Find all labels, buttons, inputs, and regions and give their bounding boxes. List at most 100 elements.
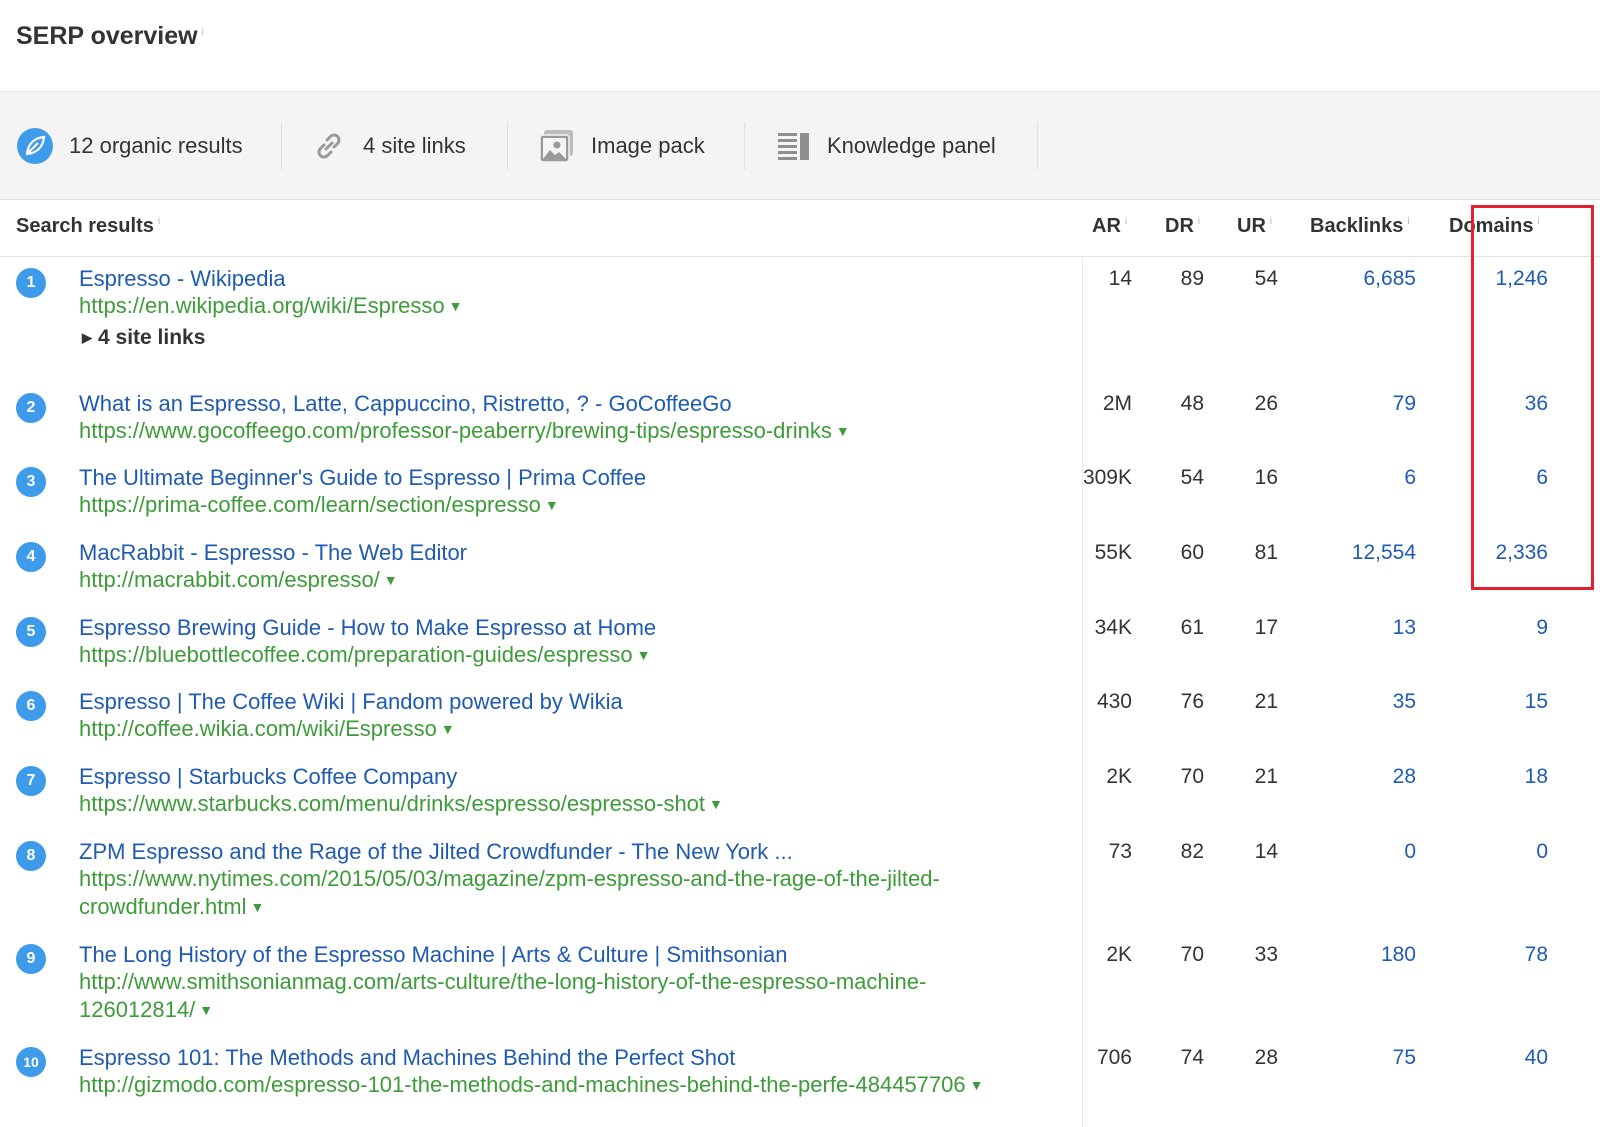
result-title-link[interactable]: Espresso Brewing Guide - How to Make Esp… xyxy=(79,615,656,641)
cell-ur: 33 xyxy=(1254,943,1278,966)
dropdown-caret-icon[interactable]: ▼ xyxy=(251,893,265,921)
feature-organic-results[interactable]: 12 organic results xyxy=(15,123,243,169)
page-title-text: SERP overview xyxy=(16,22,198,50)
cell-backlinks[interactable]: 35 xyxy=(1393,690,1416,714)
divider xyxy=(507,122,508,170)
result-url: https://bluebottlecoffee.com/preparation… xyxy=(79,641,650,669)
domains-highlight-box xyxy=(1471,205,1594,590)
cell-ar: 2K xyxy=(1106,765,1132,788)
serp-features-bar: 12 organic results 4 site links Image pa… xyxy=(0,92,1600,200)
result-url-text: http://macrabbit.com/espresso/ xyxy=(79,567,380,592)
cell-ur: 21 xyxy=(1254,765,1278,788)
expand-triangle-icon: ▶ xyxy=(82,330,92,345)
dropdown-caret-icon[interactable]: ▼ xyxy=(199,996,213,1024)
dropdown-caret-icon[interactable]: ▼ xyxy=(545,491,559,519)
cell-backlinks[interactable]: 0 xyxy=(1404,840,1416,864)
feature-knowledge-panel[interactable]: Knowledge panel xyxy=(773,123,996,169)
result-title-link[interactable]: MacRabbit - Espresso - The Web Editor xyxy=(79,540,467,566)
result-url-text: https://www.nytimes.com/2015/05/03/magaz… xyxy=(79,866,940,891)
dropdown-caret-icon[interactable]: ▼ xyxy=(836,417,850,445)
sitelinks-toggle[interactable]: ▶ 4 site links xyxy=(82,326,205,350)
result-url: http://www.smithsonianmag.com/arts-cultu… xyxy=(79,968,926,1024)
result-url: https://www.nytimes.com/2015/05/03/magaz… xyxy=(79,865,940,921)
info-icon[interactable]: i xyxy=(158,216,160,227)
divider xyxy=(281,122,282,170)
column-header-search-results[interactable]: Search results i xyxy=(16,215,160,238)
leaf-icon xyxy=(15,126,55,166)
result-title-link[interactable]: Espresso 101: The Methods and Machines B… xyxy=(79,1045,735,1071)
result-url: http://coffee.wikia.com/wiki/Espresso ▼ xyxy=(79,715,455,743)
result-url-text: http://coffee.wikia.com/wiki/Espresso xyxy=(79,716,437,741)
column-header-ur[interactable]: UR i xyxy=(1237,215,1272,238)
dropdown-caret-icon[interactable]: ▼ xyxy=(970,1071,984,1099)
result-title-link[interactable]: ZPM Espresso and the Rage of the Jilted … xyxy=(79,839,793,865)
cell-backlinks[interactable]: 6,685 xyxy=(1363,267,1416,291)
result-title-link[interactable]: What is an Espresso, Latte, Cappuccino, … xyxy=(79,391,732,417)
cell-ar: 14 xyxy=(1108,267,1132,290)
info-icon[interactable]: i xyxy=(1407,216,1409,227)
rank-badge: 4 xyxy=(16,542,46,572)
cell-domains[interactable]: 15 xyxy=(1525,690,1548,714)
results-table-header: Search results i AR i DR i UR i Backlinks i D… xyxy=(0,201,1600,257)
feature-label: Knowledge panel xyxy=(827,133,996,158)
rank-badge: 7 xyxy=(16,766,46,796)
column-header-backlinks[interactable]: Backlinks i xyxy=(1310,215,1410,238)
result-url-text: 126012814/ xyxy=(79,997,196,1022)
cell-backlinks[interactable]: 180 xyxy=(1381,943,1416,967)
cell-ur: 28 xyxy=(1254,1046,1278,1069)
result-url: http://macrabbit.com/espresso/▼ xyxy=(79,566,398,594)
feature-label: Image pack xyxy=(591,133,705,158)
cell-backlinks[interactable]: 75 xyxy=(1393,1046,1416,1070)
cell-domains[interactable]: 0 xyxy=(1536,840,1548,864)
cell-ur: 17 xyxy=(1254,616,1278,639)
feature-image-pack[interactable]: Image pack xyxy=(537,123,705,169)
result-title-link[interactable]: The Ultimate Beginner's Guide to Espress… xyxy=(79,465,646,491)
link-icon xyxy=(309,126,349,166)
result-url-text: http://www.smithsonianmag.com/arts-cultu… xyxy=(79,969,927,994)
cell-domains[interactable]: 9 xyxy=(1536,616,1548,640)
cell-backlinks[interactable]: 79 xyxy=(1393,392,1416,416)
result-url-text: https://en.wikipedia.org/wiki/Espresso xyxy=(79,293,445,318)
cell-dr: 89 xyxy=(1180,267,1204,290)
cell-dr: 61 xyxy=(1180,616,1204,639)
cell-dr: 74 xyxy=(1180,1046,1204,1069)
dropdown-caret-icon[interactable]: ▼ xyxy=(709,790,723,818)
cell-ur: 54 xyxy=(1254,267,1278,290)
feature-label: 12 organic results xyxy=(69,133,243,158)
cell-ar: 430 xyxy=(1096,690,1132,713)
cell-dr: 76 xyxy=(1180,690,1204,713)
dropdown-caret-icon[interactable]: ▼ xyxy=(449,292,463,320)
column-header-dr[interactable]: DR i xyxy=(1165,215,1200,238)
cell-domains[interactable]: 78 xyxy=(1525,943,1548,967)
cell-ar: 73 xyxy=(1108,840,1132,863)
result-title-link[interactable]: The Long History of the Espresso Machine… xyxy=(79,942,787,968)
cell-backlinks[interactable]: 12,554 xyxy=(1352,541,1416,565)
rank-badge: 10 xyxy=(16,1047,46,1077)
rank-badge: 8 xyxy=(16,841,46,871)
result-title-link[interactable]: Espresso - Wikipedia xyxy=(79,266,286,292)
cell-domains[interactable]: 18 xyxy=(1525,765,1548,789)
cell-domains[interactable]: 40 xyxy=(1525,1046,1548,1070)
info-icon[interactable]: i xyxy=(1125,216,1127,227)
cell-ur: 81 xyxy=(1254,541,1278,564)
column-header-ar[interactable]: AR i xyxy=(1092,215,1127,238)
cell-ar: 706 xyxy=(1096,1046,1132,1069)
info-icon[interactable]: i xyxy=(202,27,204,38)
feature-site-links[interactable]: 4 site links xyxy=(309,123,466,169)
result-title-link[interactable]: Espresso | The Coffee Wiki | Fandom powe… xyxy=(79,689,623,715)
dropdown-caret-icon[interactable]: ▼ xyxy=(384,566,398,594)
rank-badge: 3 xyxy=(16,467,46,497)
column-divider xyxy=(1082,257,1083,1127)
info-icon[interactable]: i xyxy=(1270,216,1272,227)
info-icon[interactable]: i xyxy=(1198,216,1200,227)
cell-backlinks[interactable]: 6 xyxy=(1404,466,1416,490)
result-title-link[interactable]: Espresso | Starbucks Coffee Company xyxy=(79,764,457,790)
dropdown-caret-icon[interactable]: ▼ xyxy=(637,641,651,669)
cell-ar: 34K xyxy=(1094,616,1132,639)
result-url-text: https://bluebottlecoffee.com/preparation… xyxy=(79,642,633,667)
cell-dr: 70 xyxy=(1180,943,1204,966)
cell-backlinks[interactable]: 28 xyxy=(1393,765,1416,789)
rank-badge: 5 xyxy=(16,617,46,647)
dropdown-caret-icon[interactable]: ▼ xyxy=(441,715,455,743)
cell-backlinks[interactable]: 13 xyxy=(1393,616,1416,640)
